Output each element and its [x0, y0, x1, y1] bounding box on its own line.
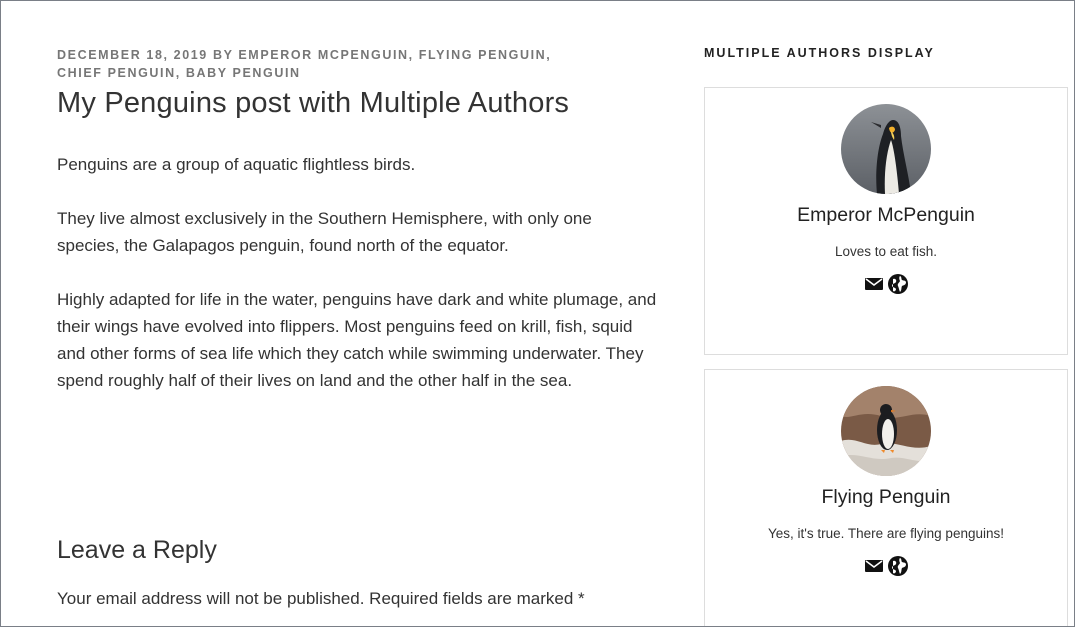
avatar[interactable] [841, 104, 931, 194]
website-globe-icon[interactable] [887, 555, 909, 582]
reply-note: Your email address will not be published… [57, 589, 585, 608]
post-paragraph: Highly adapted for life in the water, pe… [57, 290, 657, 390]
author-name: Flying Penguin [705, 486, 1067, 509]
widget-title: Multiple Authors Display [704, 46, 935, 60]
post-authors-link[interactable]: Emperor McPenguin, Flying Penguin, [238, 48, 551, 62]
avatar[interactable] [841, 386, 931, 476]
post-paragraph: Penguins are a group of aquatic flightle… [57, 155, 416, 174]
author-card: Flying Penguin Yes, it's true. There are… [704, 369, 1068, 626]
post-meta-by: by [212, 48, 234, 62]
email-icon[interactable] [864, 558, 884, 579]
author-name-link[interactable]: Flying Penguin [822, 486, 951, 508]
author-name-link[interactable]: Emperor McPenguin [797, 204, 975, 226]
emperor-penguin-avatar-image [841, 104, 931, 194]
post-authors-link-2[interactable]: Chief Penguin, Baby Penguin [57, 66, 301, 80]
author-contact-icons [705, 273, 1067, 300]
website-globe-icon[interactable] [887, 273, 909, 300]
reply-title: Leave a Reply [57, 536, 217, 564]
author-contact-icons [705, 555, 1067, 582]
author-name: Emperor McPenguin [705, 204, 1067, 227]
author-card: Emperor McPenguin Loves to eat fish. [704, 87, 1068, 355]
post-title: My Penguins post with Multiple Authors [57, 87, 570, 119]
post-meta: December 18, 2019 by Emperor McPenguin, … [57, 46, 617, 82]
flying-penguin-avatar-image [841, 386, 931, 476]
author-bio: Yes, it's true. There are flying penguin… [768, 526, 1004, 541]
author-bio: Loves to eat fish. [834, 244, 938, 259]
email-icon[interactable] [864, 276, 884, 297]
post-date-link[interactable]: December 18, 2019 [57, 48, 208, 62]
post-content: Penguins are a group of aquatic flightle… [57, 151, 657, 421]
browser-viewport: December 18, 2019 by Emperor McPenguin, … [0, 0, 1075, 627]
post-paragraph: They live almost exclusively in the Sout… [57, 209, 592, 255]
